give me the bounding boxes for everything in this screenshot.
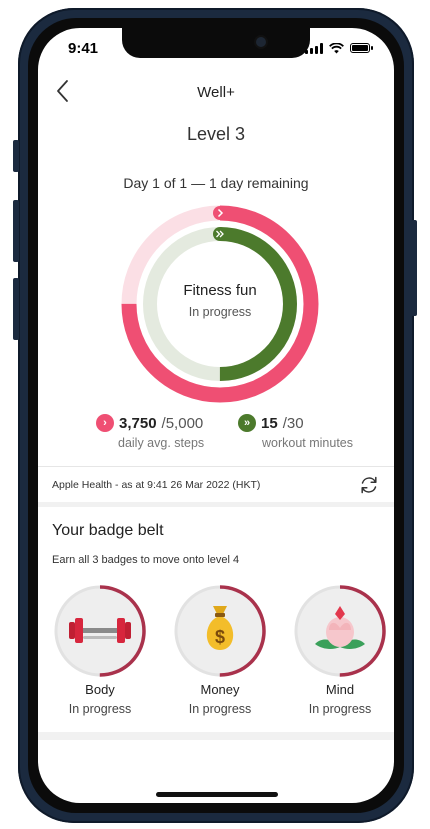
volume-up-button <box>13 200 19 262</box>
workout-value: 15 <box>261 414 278 432</box>
level-title: Level 3 <box>186 124 246 144</box>
progress-rings: Fitness fun In progress <box>120 204 320 404</box>
badge-body-status: In progress <box>68 702 132 716</box>
app-screen: 9:41 Well+ Level 3 Day 1 of 1 — 1 day re… <box>38 28 394 803</box>
svg-text:$: $ <box>215 627 225 647</box>
badge-belt-title: Your badge belt <box>52 522 164 539</box>
workout-arrow-icon: » <box>238 414 256 432</box>
steps-total: /5,000 <box>161 414 204 432</box>
divider <box>38 466 394 467</box>
wifi-icon <box>329 42 344 53</box>
steps-ring-arrow-icon <box>213 206 227 220</box>
badge-body-circle <box>53 584 147 678</box>
steps-metric: › 3,750 /5,000 daily avg. steps <box>96 414 204 450</box>
badge-mind[interactable]: Mind In progress <box>290 584 390 716</box>
workout-total: /30 <box>282 414 304 432</box>
battery-icon <box>350 43 373 53</box>
status-icons <box>305 42 373 54</box>
notch <box>122 28 310 58</box>
badge-mind-name: Mind <box>325 682 355 697</box>
camera-icon <box>256 37 266 47</box>
badge-body[interactable]: Body In progress <box>50 584 150 716</box>
badge-money[interactable]: $ Money In progress <box>170 584 270 716</box>
mute-switch <box>13 140 19 172</box>
ring-center: Fitness fun In progress <box>120 282 320 319</box>
signal-icon <box>305 42 323 54</box>
challenge-status: In progress <box>188 305 252 319</box>
badge-mind-circle <box>293 584 387 678</box>
section-separator <box>38 502 394 507</box>
workout-metric: » 15 /30 workout minutes <box>238 414 353 450</box>
steps-value: 3,750 <box>119 414 157 432</box>
workout-label: workout minutes <box>262 436 354 450</box>
badge-money-status: In progress <box>188 702 252 716</box>
nav-bar: Well+ <box>38 74 394 108</box>
home-indicator[interactable] <box>156 792 278 797</box>
section-separator-bottom <box>38 732 394 740</box>
volume-down-button <box>13 278 19 340</box>
badge-money-circle: $ <box>173 584 267 678</box>
app-title: Well+ <box>197 84 235 101</box>
badge-mind-status: In progress <box>308 702 372 716</box>
steps-label: daily avg. steps <box>118 436 205 450</box>
badge-money-name: Money <box>200 682 240 697</box>
data-source-text: Apple Health - as at 9:41 26 Mar 2022 (H… <box>52 479 261 491</box>
refresh-icon[interactable] <box>358 474 380 496</box>
badge-body-name: Body <box>85 682 115 697</box>
badge-belt-subtitle: Earn all 3 badges to move onto level 4 <box>52 554 240 566</box>
challenge-title: Fitness fun <box>183 282 257 299</box>
power-button <box>411 220 417 316</box>
days-remaining-text: Day 1 of 1 — 1 day remaining <box>123 175 309 191</box>
workout-ring-arrow-icon <box>213 227 227 241</box>
steps-arrow-icon: › <box>96 414 114 432</box>
status-time: 9:41 <box>68 40 99 57</box>
